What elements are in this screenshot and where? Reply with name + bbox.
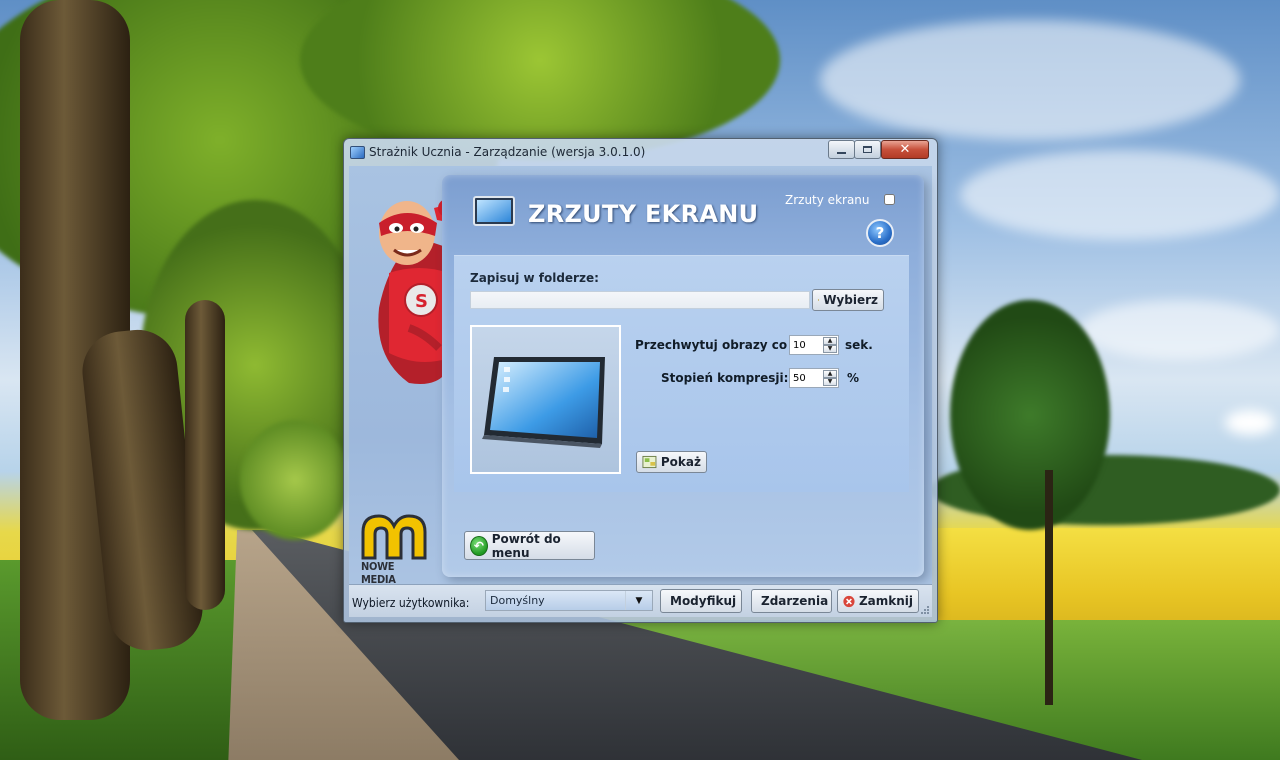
title-bar[interactable]: Strażnik Ucznia - Zarządzanie (wersja 3.… bbox=[344, 139, 937, 165]
minimize-icon bbox=[837, 151, 846, 154]
cloud bbox=[1080, 300, 1280, 360]
help-button[interactable]: ? bbox=[866, 219, 894, 247]
cloud bbox=[820, 20, 1240, 140]
compression-value: 50 bbox=[793, 372, 806, 384]
show-screenshots-label: Pokaż bbox=[660, 455, 701, 469]
close-app-label: Zamknij bbox=[858, 594, 913, 608]
interval-spinner[interactable]: ▲ ▼ bbox=[823, 337, 837, 353]
spin-up-icon[interactable]: ▲ bbox=[823, 370, 837, 378]
nowe-media-logo: NOWE MEDIA bbox=[361, 514, 431, 586]
user-select-label: Wybierz użytkownika: bbox=[352, 596, 470, 610]
window-title: Strażnik Ucznia - Zarządzanie (wersja 3.… bbox=[369, 145, 646, 159]
gallery-icon bbox=[642, 455, 657, 469]
back-to-menu-label: Powrót do menu bbox=[491, 531, 561, 560]
capture-interval-unit: sek. bbox=[845, 338, 873, 352]
bottom-bar: Wybierz użytkownika: Domyślny ▼ Modyfiku… bbox=[349, 584, 932, 617]
tree-trunk bbox=[185, 300, 225, 610]
modify-user-button[interactable]: Modyfikuj bbox=[660, 589, 742, 613]
cloud bbox=[1225, 410, 1275, 435]
folder-label: Zapisuj w folderze: bbox=[470, 271, 599, 285]
tree-canopy bbox=[240, 420, 350, 540]
client-area: S NOWE MEDIA ZRZUTY EKRANU Zrzuty ekranu… bbox=[349, 166, 932, 617]
minimize-button[interactable] bbox=[828, 140, 855, 159]
browse-folder-label: Wybierz bbox=[823, 293, 878, 307]
maximize-icon bbox=[863, 146, 872, 153]
app-window: Strażnik Ucznia - Zarządzanie (wersja 3.… bbox=[343, 138, 938, 623]
logo-text: NOWE MEDIA bbox=[361, 560, 396, 586]
user-select-dropdown[interactable]: Domyślny ▼ bbox=[485, 590, 653, 611]
spin-up-icon[interactable]: ▲ bbox=[823, 337, 837, 345]
lone-tree-trunk bbox=[1045, 470, 1053, 705]
svg-text:S: S bbox=[415, 291, 428, 312]
capture-interval-label: Przechwytuj obrazy co bbox=[635, 338, 788, 352]
folder-path-input[interactable] bbox=[470, 291, 810, 309]
close-button[interactable]: ✕ bbox=[881, 140, 929, 159]
screenshot-preview bbox=[470, 325, 621, 474]
capture-interval-input[interactable]: 10 ▲ ▼ bbox=[789, 335, 839, 355]
modify-user-label: Modyfikuj bbox=[670, 594, 737, 608]
close-app-button[interactable]: Zamknij bbox=[837, 589, 919, 613]
screenshots-panel: ZRZUTY EKRANU Zrzuty ekranu ? Zapisuj w … bbox=[442, 175, 924, 577]
enable-screenshots-label: Zrzuty ekranu bbox=[785, 193, 870, 207]
browse-folder-button[interactable]: Wybierz bbox=[812, 289, 884, 311]
preview-monitor-icon bbox=[482, 357, 605, 448]
close-circle-icon bbox=[843, 595, 855, 607]
logo-mark-icon bbox=[361, 514, 427, 560]
back-arrow-icon: ↶ bbox=[470, 535, 488, 556]
events-button[interactable]: Zdarzenia bbox=[751, 589, 832, 613]
maximize-button[interactable] bbox=[854, 140, 881, 159]
spin-down-icon[interactable]: ▼ bbox=[823, 345, 837, 353]
resize-grip-icon[interactable] bbox=[920, 605, 930, 615]
help-icon: ? bbox=[875, 224, 885, 242]
compression-unit: % bbox=[847, 371, 860, 385]
lone-tree-canopy bbox=[950, 300, 1110, 530]
events-label: Zdarzenia bbox=[761, 594, 829, 608]
spin-down-icon[interactable]: ▼ bbox=[823, 378, 837, 386]
app-icon bbox=[350, 146, 365, 159]
cloud bbox=[960, 150, 1280, 240]
panel-title: ZRZUTY EKRANU bbox=[528, 200, 759, 228]
settings-area: Zapisuj w folderze: Wybierz Przechwytuj … bbox=[454, 255, 909, 492]
compression-label: Stopień kompresji: bbox=[661, 371, 789, 385]
back-to-menu-button[interactable]: ↶ Powrót do menu bbox=[464, 531, 595, 560]
user-select-value: Domyślny bbox=[490, 594, 545, 607]
show-screenshots-button[interactable]: Pokaż bbox=[636, 451, 707, 473]
enable-screenshots-checkbox[interactable] bbox=[884, 194, 895, 205]
monitor-icon bbox=[473, 196, 515, 226]
compression-input[interactable]: 50 ▲ ▼ bbox=[789, 368, 839, 388]
folder-icon bbox=[818, 299, 819, 301]
close-icon: ✕ bbox=[899, 142, 911, 157]
compression-spinner[interactable]: ▲ ▼ bbox=[823, 370, 837, 386]
capture-interval-value: 10 bbox=[793, 339, 806, 351]
chevron-down-icon[interactable]: ▼ bbox=[625, 591, 652, 610]
